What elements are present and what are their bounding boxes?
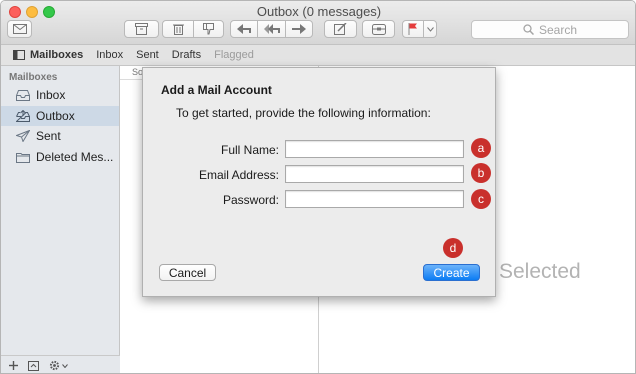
sidebar-footer (1, 355, 120, 373)
folder-icon (16, 152, 30, 163)
inbox-tray-icon (16, 89, 30, 101)
action-menu-button[interactable] (49, 360, 68, 371)
add-mail-account-sheet: Add a Mail Account To get started, provi… (142, 67, 496, 297)
sidebar-toggle-icon (13, 50, 25, 60)
envelope-icon (12, 24, 27, 34)
junk-button[interactable] (193, 20, 224, 38)
favorites-sent[interactable]: Sent (136, 49, 159, 61)
favorites-flagged[interactable]: Flagged (214, 49, 254, 61)
favorites-drafts[interactable]: Drafts (172, 49, 201, 61)
create-button[interactable]: Create (423, 264, 480, 281)
chevron-down-icon (426, 26, 434, 32)
no-message-selected-text: Selected (499, 260, 581, 283)
red-flag-icon (408, 23, 417, 35)
callout-badge-d: d (443, 238, 463, 258)
favorites-mailboxes-button[interactable]: Mailboxes (13, 49, 83, 61)
mail-window: Outbox (0 messages) Search Mailboxes Inb… (0, 0, 636, 374)
forward-button[interactable] (285, 20, 313, 38)
callout-badge-c: c (471, 189, 491, 209)
show-activity-button[interactable] (28, 360, 39, 371)
favorites-inbox[interactable]: Inbox (96, 49, 123, 61)
sheet-title: Add a Mail Account (161, 83, 272, 97)
search-placeholder: Search (538, 22, 578, 37)
sidebar-item-label: Deleted Mes... (36, 150, 114, 164)
password-field[interactable] (285, 190, 464, 208)
title-bar: Outbox (0 messages) Search (1, 1, 635, 45)
trash-icon (172, 24, 184, 35)
search-field[interactable]: Search (471, 20, 629, 39)
email-address-label: Email Address: (198, 168, 279, 182)
forward-arrow-icon (292, 24, 306, 34)
delete-button[interactable] (162, 20, 194, 38)
flag-menu-button[interactable] (423, 20, 437, 38)
sidebar-item-inbox[interactable]: Inbox (1, 85, 119, 105)
sidebar-item-label: Inbox (36, 88, 66, 102)
reply-all-button[interactable] (257, 20, 286, 38)
email-address-field[interactable] (285, 165, 464, 183)
outbox-tray-icon (16, 110, 30, 122)
flag-button[interactable] (402, 20, 424, 38)
search-icon (523, 24, 534, 35)
mailbox-sidebar: Mailboxes Inbox Outbox Sent Deleted Mes.… (1, 66, 120, 373)
cancel-button[interactable]: Cancel (159, 264, 216, 281)
full-name-field[interactable] (285, 140, 464, 158)
reply-all-arrow-icon (263, 24, 280, 34)
compose-pencil-icon (334, 23, 347, 35)
gear-icon (49, 360, 60, 371)
sidebar-heading: Mailboxes (9, 72, 58, 83)
paper-plane-icon (16, 130, 30, 142)
favorites-mailboxes-label: Mailboxes (30, 49, 84, 61)
reply-button[interactable] (230, 20, 258, 38)
favorites-bar: Mailboxes Inbox Sent Drafts Flagged (1, 45, 635, 66)
reply-arrow-icon (237, 24, 251, 34)
window-title: Outbox (0 messages) (256, 4, 382, 19)
sidebar-item-sent[interactable]: Sent (1, 126, 119, 146)
sheet-subtitle: To get started, provide the following in… (176, 106, 431, 120)
archive-box-icon (135, 23, 148, 35)
add-mailbox-button[interactable] (9, 361, 18, 370)
sidebar-item-label: Sent (36, 129, 61, 143)
notes-button[interactable] (362, 20, 395, 38)
compose-button[interactable] (324, 20, 357, 38)
callout-badge-a: a (471, 138, 491, 158)
sidebar-item-deleted-messages[interactable]: Deleted Mes... (1, 147, 119, 167)
plus-icon (9, 361, 18, 370)
note-card-icon (371, 23, 386, 35)
full-name-label: Full Name: (220, 143, 279, 157)
activity-window-icon (28, 360, 39, 371)
password-label: Password: (222, 193, 279, 207)
callout-badge-b: b (471, 163, 491, 183)
sidebar-item-label: Outbox (36, 109, 75, 123)
chevron-down-icon (62, 363, 68, 368)
sidebar-item-outbox[interactable]: Outbox (1, 106, 119, 126)
get-mail-button[interactable] (7, 20, 32, 38)
thumbs-down-icon (202, 23, 214, 35)
archive-button[interactable] (124, 20, 159, 38)
